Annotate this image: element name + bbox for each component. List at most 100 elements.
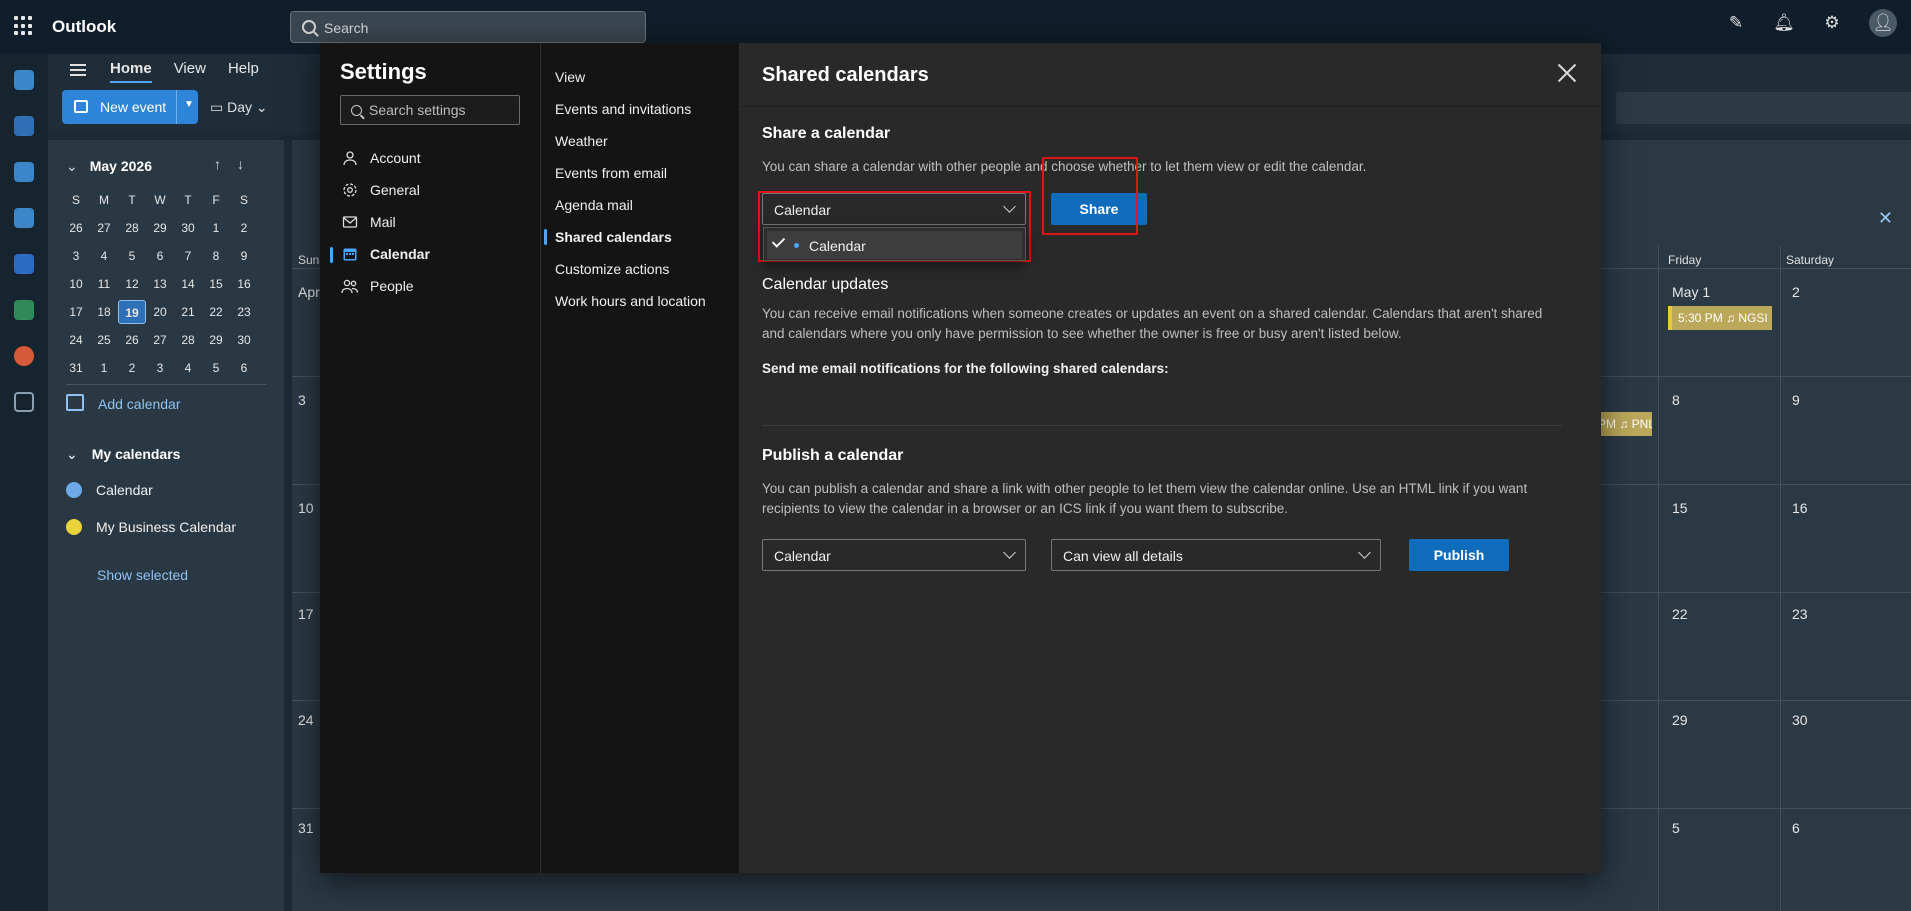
mini-calendar-day[interactable]: 21 — [174, 300, 202, 324]
more-apps-icon[interactable] — [14, 392, 34, 412]
bell-icon[interactable]: 🔔︎ — [1773, 12, 1795, 34]
todo-app-icon[interactable] — [14, 208, 34, 228]
mini-calendar-day[interactable]: 3 — [62, 244, 90, 268]
mini-calendar-day[interactable]: 24 — [62, 328, 90, 352]
mini-calendar-day[interactable]: 30 — [174, 216, 202, 240]
mini-calendar-day[interactable]: 5 — [202, 356, 230, 380]
mini-calendar-header[interactable]: ⌄ May 2026 — [66, 158, 152, 175]
settings-category-account[interactable]: Account — [340, 146, 421, 170]
day-number[interactable]: 5 — [1672, 820, 1680, 836]
excel-app-icon[interactable] — [14, 300, 34, 320]
day-number[interactable]: 9 — [1792, 392, 1800, 408]
day-number[interactable]: 8 — [1672, 392, 1680, 408]
publish-calendar-select[interactable]: Calendar — [762, 539, 1026, 571]
mini-calendar-day[interactable]: 18 — [90, 300, 118, 324]
mini-calendar-day[interactable]: 10 — [62, 272, 90, 296]
global-search-box[interactable]: Search — [290, 11, 646, 43]
tab-home[interactable]: Home — [110, 60, 152, 83]
mini-calendar-day[interactable]: 2 — [118, 356, 146, 380]
mini-calendar-day[interactable]: 11 — [90, 272, 118, 296]
calendar-list-item[interactable]: Calendar — [66, 482, 153, 498]
mini-calendar-day[interactable]: 19 — [118, 300, 146, 324]
mini-calendar-day[interactable]: 17 — [62, 300, 90, 324]
day-view-button[interactable]: ▭ Day ⌄ — [210, 99, 268, 116]
mini-calendar-day[interactable]: 14 — [174, 272, 202, 296]
mini-calendar-day[interactable]: 27 — [90, 216, 118, 240]
day-number[interactable]: 10 — [298, 500, 314, 516]
close-icon[interactable] — [1555, 61, 1579, 85]
subcategory-work-hours-and-location[interactable]: Work hours and location — [555, 293, 706, 309]
mini-calendar-day[interactable]: 25 — [90, 328, 118, 352]
subcategory-events-from-email[interactable]: Events from email — [555, 165, 667, 181]
mini-calendar-day[interactable]: 6 — [146, 244, 174, 268]
my-calendars-header[interactable]: ⌄ My calendars — [66, 446, 180, 463]
menu-icon[interactable] — [70, 64, 86, 76]
subcategory-agenda-mail[interactable]: Agenda mail — [555, 197, 633, 213]
mini-calendar-day[interactable]: 9 — [230, 244, 258, 268]
day-number[interactable]: 15 — [1672, 500, 1688, 516]
day-number[interactable]: 24 — [298, 712, 314, 728]
mini-calendar-day[interactable]: 20 — [146, 300, 174, 324]
settings-category-mail[interactable]: Mail — [340, 210, 396, 234]
mini-calendar-day[interactable]: 22 — [202, 300, 230, 324]
dropdown-option-calendar[interactable]: Calendar — [767, 231, 1022, 259]
mini-calendar-day[interactable]: 12 — [118, 272, 146, 296]
chevron-down-icon[interactable]: ▼ — [184, 99, 194, 110]
mini-calendar-day[interactable]: 29 — [202, 328, 230, 352]
settings-search-input[interactable] — [369, 96, 517, 124]
publish-permission-select[interactable]: Can view all details — [1051, 539, 1381, 571]
app-launcher-icon[interactable] — [14, 16, 34, 36]
subcategory-customize-actions[interactable]: Customize actions — [555, 261, 669, 277]
settings-category-general[interactable]: General — [340, 178, 420, 202]
ribbon-overflow-bar[interactable] — [1616, 92, 1911, 124]
calendar-event[interactable]: 5:30 PM ♫ NGSI — [1668, 306, 1772, 330]
add-calendar-link[interactable]: Add calendar — [66, 394, 181, 412]
day-number[interactable]: 22 — [1672, 606, 1688, 622]
settings-search[interactable] — [340, 95, 520, 125]
close-icon[interactable]: ✕ — [1878, 208, 1893, 229]
day-number[interactable]: 29 — [1672, 712, 1688, 728]
mini-calendar-day[interactable]: 26 — [62, 216, 90, 240]
mini-calendar-day[interactable]: 26 — [118, 328, 146, 352]
mini-calendar-day[interactable]: 4 — [174, 356, 202, 380]
subcategory-shared-calendars[interactable]: Shared calendars — [555, 229, 672, 245]
mini-calendar-day[interactable]: 23 — [230, 300, 258, 324]
settings-category-calendar[interactable]: Calendar — [340, 242, 430, 266]
mini-calendar-day[interactable]: 29 — [146, 216, 174, 240]
mini-calendar-day[interactable]: 7 — [174, 244, 202, 268]
mini-calendar-day[interactable]: 16 — [230, 272, 258, 296]
day-number[interactable]: 31 — [298, 820, 314, 836]
mini-calendar-day[interactable]: 2 — [230, 216, 258, 240]
day-number[interactable]: Apr — [298, 284, 320, 300]
mini-calendar-day[interactable]: 28 — [174, 328, 202, 352]
day-number[interactable]: 2 — [1792, 284, 1800, 300]
mini-calendar-day[interactable]: 1 — [202, 216, 230, 240]
day-number[interactable]: 6 — [1792, 820, 1800, 836]
mail-app-icon[interactable] — [14, 70, 34, 90]
mini-calendar-day[interactable]: 13 — [146, 272, 174, 296]
day-number[interactable]: May 1 — [1672, 284, 1710, 300]
mini-calendar-day[interactable]: 27 — [146, 328, 174, 352]
mini-calendar-day[interactable]: 1 — [90, 356, 118, 380]
mini-calendar-day[interactable]: 6 — [230, 356, 258, 380]
calendar-list-item[interactable]: My Business Calendar — [66, 519, 236, 535]
subcategory-weather[interactable]: Weather — [555, 133, 608, 149]
people-app-icon[interactable] — [14, 162, 34, 182]
day-number[interactable]: 23 — [1792, 606, 1808, 622]
mini-calendar-day[interactable]: 4 — [90, 244, 118, 268]
avatar[interactable]: 👤︎ — [1869, 9, 1897, 37]
word-app-icon[interactable] — [14, 254, 34, 274]
mini-calendar-day[interactable]: 28 — [118, 216, 146, 240]
mini-calendar-day[interactable]: 15 — [202, 272, 230, 296]
mini-calendar-day[interactable]: 31 — [62, 356, 90, 380]
tab-view[interactable]: View — [174, 60, 206, 83]
day-number[interactable]: 16 — [1792, 500, 1808, 516]
calendar-app-icon[interactable] — [14, 116, 34, 136]
mini-calendar-nav-arrows[interactable]: ↑↓ — [214, 156, 260, 172]
day-number[interactable]: 3 — [298, 392, 306, 408]
compose-note-icon[interactable]: ✎ — [1725, 12, 1747, 34]
powerpoint-app-icon[interactable] — [14, 346, 34, 366]
mini-calendar-day[interactable]: 5 — [118, 244, 146, 268]
tab-help[interactable]: Help — [228, 60, 259, 83]
gear-icon[interactable]: ⚙ — [1821, 12, 1843, 34]
